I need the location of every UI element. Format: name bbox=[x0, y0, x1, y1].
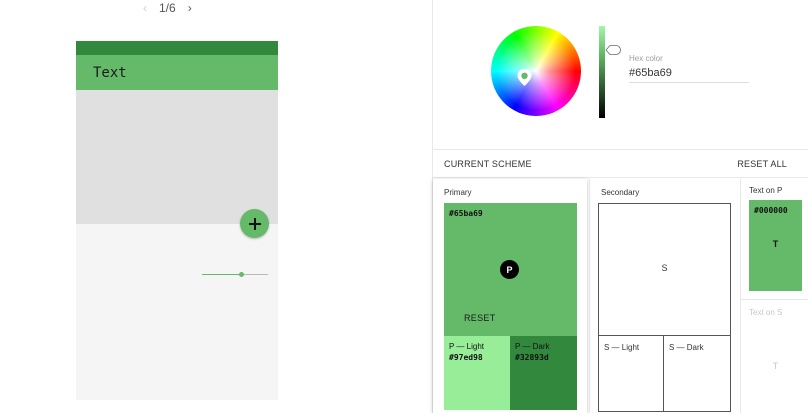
color-wheel[interactable] bbox=[491, 26, 581, 116]
primary-hex: #65ba69 bbox=[449, 209, 483, 218]
chevron-right-icon[interactable]: › bbox=[188, 2, 192, 14]
secondary-swatch[interactable]: S bbox=[598, 203, 731, 336]
lightness-slider[interactable] bbox=[599, 26, 605, 118]
secondary-dark-swatch[interactable]: S — Dark bbox=[663, 336, 731, 412]
divider bbox=[741, 299, 808, 300]
map-pin-icon[interactable] bbox=[516, 68, 533, 87]
text-on-primary-letter: T bbox=[772, 239, 779, 249]
pager: ‹ 1/6 › bbox=[143, 0, 192, 16]
fab-button[interactable] bbox=[240, 209, 269, 238]
content-area bbox=[76, 90, 278, 224]
plus-icon bbox=[248, 217, 261, 230]
secondary-light-swatch[interactable]: S — Light bbox=[598, 336, 664, 412]
hex-color-label: Hex color bbox=[629, 54, 663, 63]
text-on-primary-label: Text on P bbox=[749, 186, 783, 195]
text-on-secondary-label: Text on S bbox=[749, 308, 783, 317]
page-indicator: 1/6 bbox=[159, 1, 176, 15]
slider-track-inactive bbox=[242, 274, 268, 275]
reset-all-button[interactable]: RESET ALL bbox=[737, 159, 787, 169]
primary-dark-name: P — Dark bbox=[515, 342, 550, 351]
secondary-light-name: S — Light bbox=[604, 343, 640, 352]
scheme-header: CURRENT SCHEME RESET ALL bbox=[433, 149, 808, 178]
secondary-letter: S bbox=[661, 263, 668, 273]
text-on-primary-hex: #000000 bbox=[754, 206, 788, 215]
primary-dark-hex: #32893d bbox=[515, 353, 549, 362]
secondary-card[interactable]: Secondary S S — Light S — Dark bbox=[589, 179, 739, 413]
secondary-label: Secondary bbox=[601, 188, 640, 197]
primary-light-swatch[interactable]: P — Light #97ed98 bbox=[444, 336, 510, 410]
primary-card[interactable]: Primary #65ba69 P RESET P — Light #97ed9… bbox=[433, 179, 587, 413]
status-bar bbox=[76, 41, 278, 55]
slider-thumb[interactable] bbox=[239, 272, 244, 277]
chevron-left-icon[interactable]: ‹ bbox=[143, 2, 147, 14]
lightness-handle[interactable] bbox=[605, 44, 621, 56]
app-bar-title: Text bbox=[93, 64, 127, 81]
text-on-primary-swatch[interactable]: #000000 T bbox=[749, 200, 802, 291]
primary-label: Primary bbox=[444, 188, 472, 197]
secondary-dark-name: S — Dark bbox=[669, 343, 704, 352]
preview-slider[interactable] bbox=[202, 272, 268, 278]
slider-track-active bbox=[202, 274, 242, 275]
primary-light-name: P — Light bbox=[449, 342, 484, 351]
primary-reset-button[interactable]: RESET bbox=[464, 313, 496, 323]
color-tool-panel: Hex color #65ba69 CURRENT SCHEME RESET A… bbox=[432, 0, 808, 413]
app-bar: Text bbox=[76, 55, 278, 90]
text-on-secondary-letter[interactable]: T bbox=[749, 361, 802, 371]
scheme-title: CURRENT SCHEME bbox=[444, 159, 532, 169]
primary-swatch[interactable]: #65ba69 P RESET bbox=[444, 203, 577, 336]
hex-color-input[interactable]: #65ba69 bbox=[629, 67, 749, 83]
text-colors-column: Text on P #000000 T Text on S T bbox=[740, 179, 808, 413]
primary-badge: P bbox=[500, 260, 519, 279]
primary-dark-swatch[interactable]: P — Dark #32893d bbox=[510, 336, 577, 410]
phone-preview: Text bbox=[76, 41, 278, 400]
primary-light-hex: #97ed98 bbox=[449, 353, 483, 362]
